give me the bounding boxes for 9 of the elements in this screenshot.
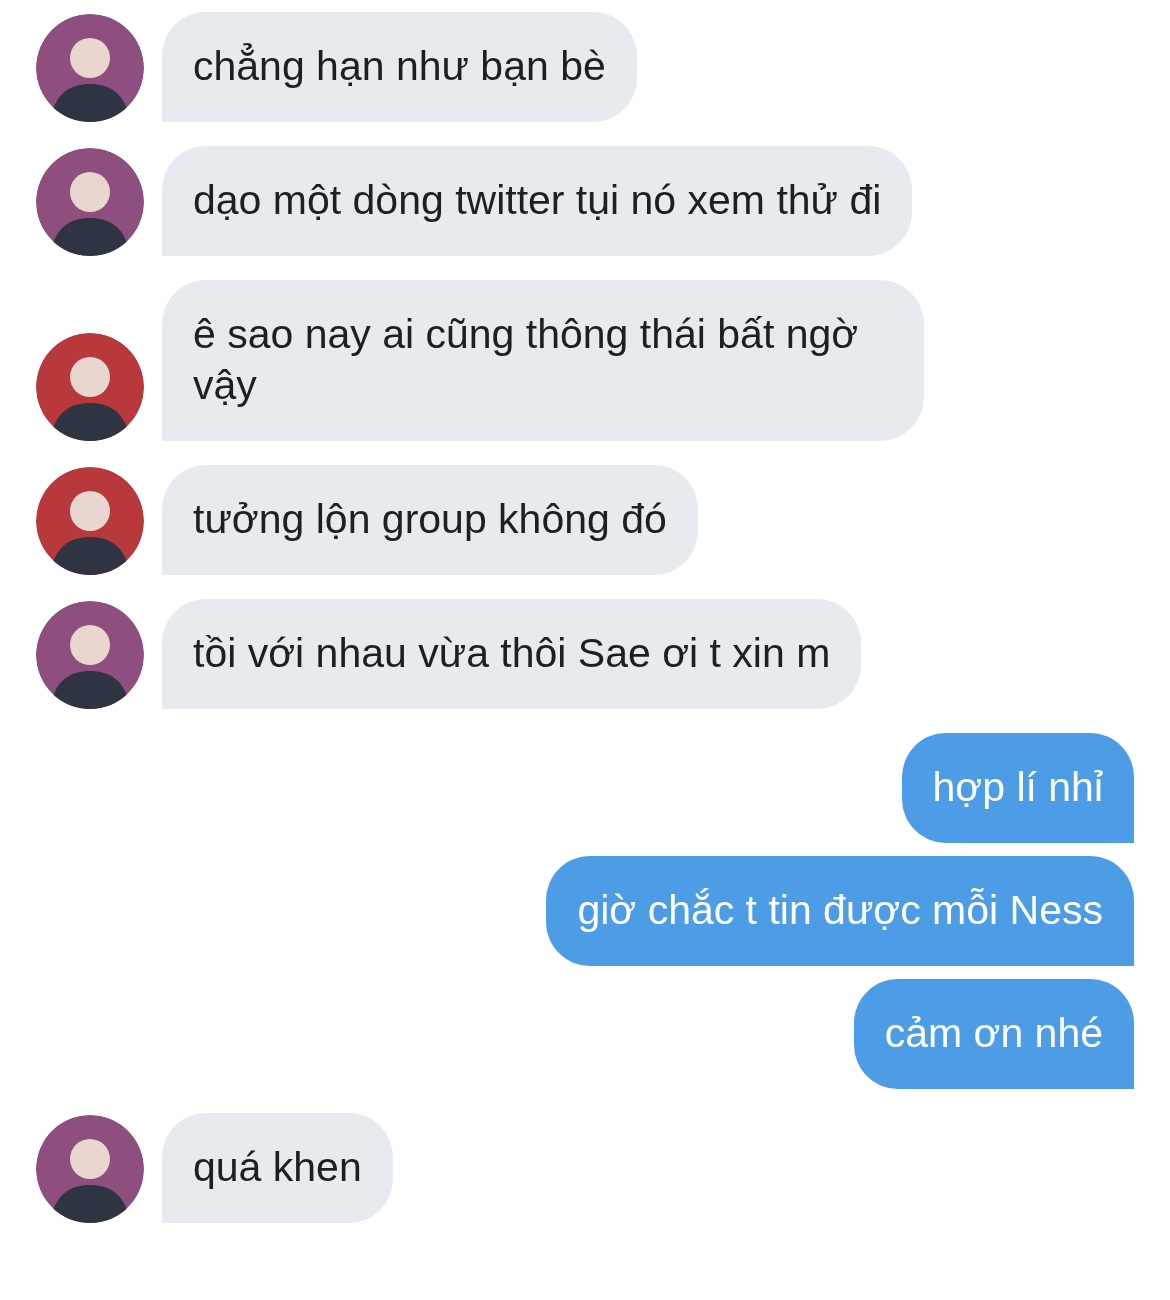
received-message: tồi với nhau vừa thôi Sae ơi t xin m [162,599,862,709]
received-message: chẳng hạn như bạn bè [162,12,637,122]
received-message: ê sao nay ai cũng thông thái bất ngờ vậy [162,280,924,441]
received-message: quá khen [162,1113,393,1223]
sent-message: cảm ơn nhé [853,979,1134,1089]
sent-message: giờ chắc t tin được mỗi Ness [546,856,1134,966]
received-message: tưởng lộn group không đó [162,465,698,575]
sent-message: hợp lí nhỉ [901,733,1134,843]
received-message: dạo một dòng twitter tụi nó xem thử đi [162,146,913,256]
